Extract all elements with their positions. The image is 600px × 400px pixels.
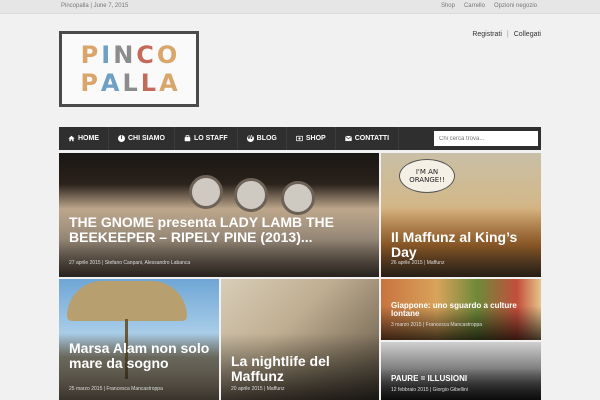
shop-icon	[295, 135, 303, 142]
featured-post-tile[interactable]: THE GNOME presenta LADY LAMB THE BEEKEEP…	[59, 153, 379, 277]
logo-letter: I	[101, 41, 111, 69]
logo-letter: C	[136, 41, 154, 69]
nav-label: SHOP	[305, 135, 326, 142]
post-meta: 25 marzo 2015 | Francesca Mancastroppa	[69, 386, 163, 392]
tile-gradient	[381, 368, 541, 400]
logo-letter: A	[100, 69, 120, 97]
register-link[interactable]: Registrati	[472, 31, 502, 38]
mail-icon	[344, 135, 352, 142]
account-separator: |	[506, 31, 509, 38]
watch-image	[234, 178, 268, 212]
post-meta: 12 febbraio 2015 | Giorgio Gibellini	[391, 387, 468, 393]
staff-icon	[184, 135, 191, 142]
logo-letter: P	[80, 69, 98, 97]
post-tile[interactable]: Giappone: uno sguardo a culture lontane …	[381, 279, 541, 340]
post-tile[interactable]: La nightlife del Maffunz 20 aprile 2015 …	[221, 279, 379, 400]
post-title[interactable]: Il Maffunz al King’s Day	[391, 230, 533, 260]
top-link-shop[interactable]: Shop	[441, 3, 455, 9]
post-tile[interactable]: I'M AN ORANGE!! Il Maffunz al King’s Day…	[381, 153, 541, 277]
main-nav: HOME i CHI SIAMO LO STAFF W BLOG SHOP CO…	[59, 127, 541, 150]
logo-letter: A	[159, 69, 178, 97]
logo-letter: L	[140, 69, 157, 97]
logo-letter: P	[80, 41, 99, 69]
top-bar: Pincopalla | June 7, 2015 Shop Carrello …	[0, 0, 600, 14]
account-links: Registrati | Collegati	[472, 31, 541, 38]
search-input[interactable]	[434, 131, 538, 146]
post-title[interactable]: PAURE = ILLUSIONI	[391, 374, 533, 383]
nav-item-lo-staff[interactable]: LO STAFF	[175, 127, 238, 150]
watch-image	[189, 175, 223, 209]
login-link[interactable]: Collegati	[514, 31, 541, 38]
wordpress-icon: W	[246, 135, 254, 142]
logo-line-2: P A L L A	[80, 69, 177, 97]
nav-label: HOME	[78, 135, 99, 142]
nav-label: CHI SIAMO	[128, 135, 165, 142]
post-title[interactable]: La nightlife del Maffunz	[231, 354, 371, 384]
post-meta: 20 aprile 2015 | Maffunz	[231, 386, 285, 392]
nav-item-shop[interactable]: SHOP	[287, 127, 336, 150]
logo-letter: N	[113, 41, 134, 69]
nav-item-home[interactable]: HOME	[59, 127, 109, 150]
nav-item-blog[interactable]: W BLOG	[238, 127, 287, 150]
post-tile[interactable]: Marsa Alam non solo mare da sogno 25 mar…	[59, 279, 219, 400]
nav-label: BLOG	[256, 135, 277, 142]
info-icon: i	[118, 135, 125, 142]
nav-label: CONTATTI	[354, 135, 390, 142]
speech-bubble: I'M AN ORANGE!!	[399, 159, 455, 193]
post-title[interactable]: THE GNOME presenta LADY LAMB THE BEEKEEP…	[69, 215, 371, 245]
site-name-date: Pincopalla | June 7, 2015	[61, 3, 129, 9]
post-title[interactable]: Giappone: uno sguardo a culture lontane	[391, 301, 533, 319]
nav-item-chi-siamo[interactable]: i CHI SIAMO	[109, 127, 175, 150]
umbrella-image	[67, 281, 187, 321]
post-title[interactable]: Marsa Alam non solo mare da sogno	[69, 341, 211, 371]
home-icon	[68, 135, 75, 142]
logo-letter: O	[156, 41, 178, 69]
post-tile[interactable]: PAURE = ILLUSIONI 12 febbraio 2015 | Gio…	[381, 342, 541, 400]
logo-line-1: P I N C O	[81, 41, 178, 69]
site-logo[interactable]: P I N C O P A L L A	[59, 31, 199, 107]
post-meta: 27 aprile 2015 | Stefano Canpani, Alessa…	[69, 260, 191, 266]
top-link-cart[interactable]: Carrello	[464, 3, 485, 9]
nav-label: LO STAFF	[193, 135, 228, 142]
nav-item-contatti[interactable]: CONTATTI	[336, 127, 400, 150]
logo-letter: L	[122, 69, 138, 97]
top-links: Shop Carrello Opzioni negozio	[441, 3, 537, 9]
post-meta: 26 aprile 2015 | Maffunz	[391, 260, 445, 266]
post-meta: 3 marzo 2015 | Francesca Mancastroppa	[391, 322, 483, 328]
top-link-shop-options[interactable]: Opzioni negozio	[494, 3, 537, 9]
